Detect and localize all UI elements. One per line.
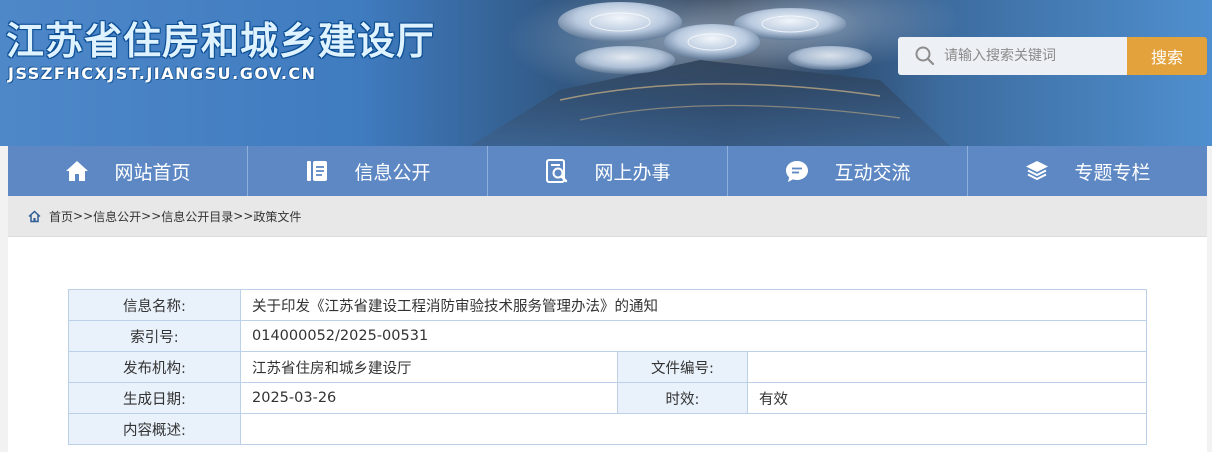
breadcrumb: 首页 >> 信息公开 >> 信息公开目录 >> 政策文件 [8, 196, 1207, 236]
layers-icon [1024, 158, 1050, 184]
breadcrumb-separator: >> [73, 209, 94, 223]
table-row: 索引号: 014000052/2025-00531 [68, 320, 1148, 352]
publisher-label: 发布机构: [68, 351, 241, 383]
search-button[interactable]: 搜索 [1127, 37, 1207, 75]
table-row: 生成日期: 2025-03-26 时效: 有效 [68, 382, 1148, 414]
content-panel: 信息名称: 关于印发《江苏省建设工程消防审验技术服务管理办法》的通知 索引号: … [8, 236, 1207, 452]
breadcrumb-link-info-disclosure[interactable]: 信息公开 [93, 208, 141, 225]
info-name-label: 信息名称: [68, 289, 241, 321]
nav-item-label: 网站首页 [114, 161, 191, 184]
content-summary-value [239, 413, 1148, 445]
index-number-value: 014000052/2025-00531 [239, 320, 1148, 352]
chat-icon [784, 158, 810, 184]
breadcrumb-link-info-directory[interactable]: 信息公开目录 [161, 208, 233, 225]
nav-item-home[interactable]: 网站首页 [8, 146, 248, 196]
nav-item-label: 信息公开 [354, 161, 431, 184]
validity-label: 时效: [617, 382, 748, 414]
search-input[interactable] [944, 37, 1119, 75]
document-icon [304, 158, 330, 184]
info-metadata-table: 信息名称: 关于印发《江苏省建设工程消防审验技术服务管理办法》的通知 索引号: … [68, 289, 1148, 445]
table-row: 发布机构: 江苏省住房和城乡建设厅 文件编号: [68, 351, 1148, 383]
table-row: 内容概述: [68, 413, 1148, 445]
nav-item-info-disclosure[interactable]: 信息公开 [248, 146, 488, 196]
document-number-value [746, 351, 1148, 383]
breadcrumb-link-home[interactable]: 首页 [49, 208, 73, 225]
content-summary-label: 内容概述: [68, 413, 241, 445]
search-box [898, 37, 1127, 75]
nav-item-online-services[interactable]: 网上办事 [488, 146, 728, 196]
header-banner: 江苏省住房和城乡建设厅 JSSZFHCXJST.JIANGSU.GOV.CN 搜… [0, 0, 1212, 146]
breadcrumb-separator: >> [233, 209, 254, 223]
document-number-label: 文件编号: [617, 351, 748, 383]
breadcrumb-link-policy-documents[interactable]: 政策文件 [253, 208, 301, 225]
table-row: 信息名称: 关于印发《江苏省建设工程消防审验技术服务管理办法》的通知 [68, 289, 1148, 321]
publisher-value: 江苏省住房和城乡建设厅 [240, 351, 618, 383]
home-icon [28, 209, 41, 223]
home-icon [64, 158, 90, 184]
nav-item-label: 互动交流 [834, 161, 911, 184]
validity-value: 有效 [746, 382, 1148, 414]
nav-item-special-topics[interactable]: 专题专栏 [968, 146, 1207, 196]
search-icon [914, 45, 936, 71]
search-document-icon [544, 158, 570, 184]
nav-item-label: 专题专栏 [1074, 161, 1151, 184]
index-number-label: 索引号: [68, 320, 241, 352]
generation-date-value: 2025-03-26 [240, 382, 618, 414]
breadcrumb-separator: >> [141, 209, 162, 223]
generation-date-label: 生成日期: [68, 382, 241, 414]
nav-item-label: 网上办事 [594, 161, 671, 184]
nav-item-interaction[interactable]: 互动交流 [728, 146, 968, 196]
info-name-value: 关于印发《江苏省建设工程消防审验技术服务管理办法》的通知 [239, 289, 1148, 321]
site-title: 江苏省住房和城乡建设厅 [6, 19, 436, 63]
main-nav: 网站首页 信息公开 网上办事 互动交流 专题专栏 [8, 146, 1207, 196]
site-domain: JSSZFHCXJST.JIANGSU.GOV.CN [8, 64, 317, 83]
